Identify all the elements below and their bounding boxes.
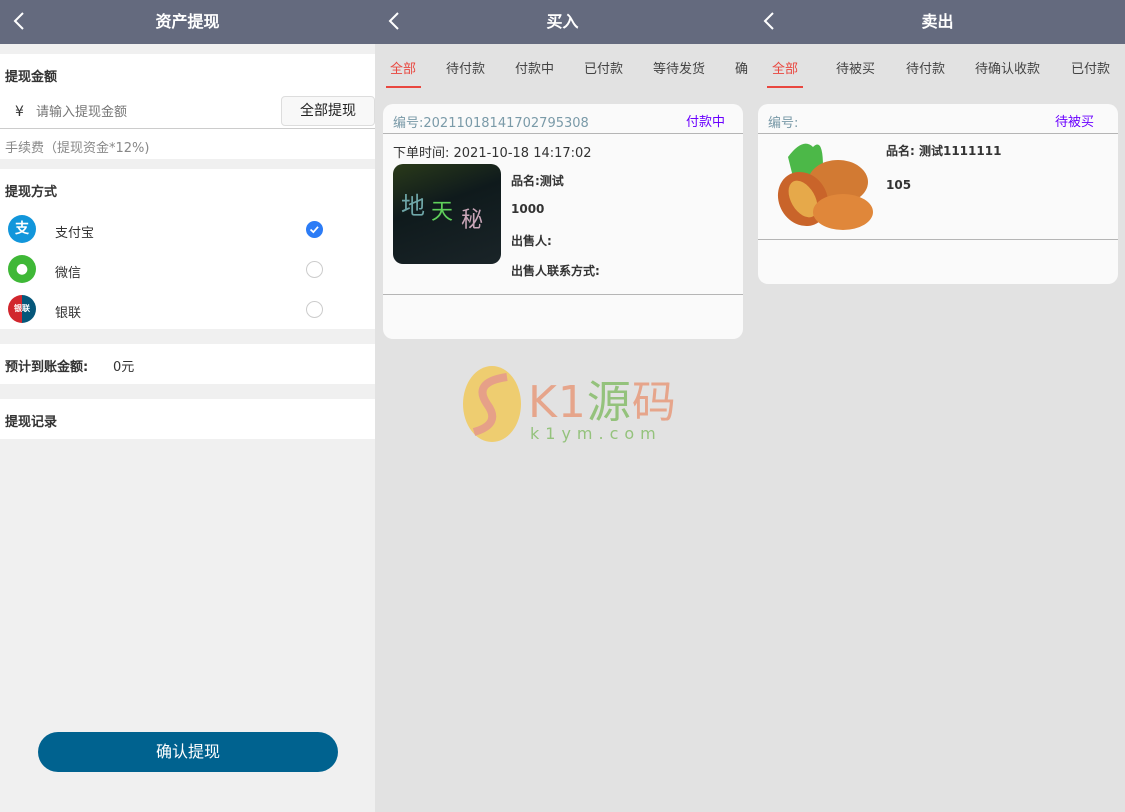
header: 买入: [375, 0, 750, 44]
tab-paying[interactable]: 付款中: [515, 58, 554, 77]
product-image: 地 天 秘: [393, 164, 501, 264]
amount-label: 提现金额: [5, 70, 58, 85]
tab-awaiting-shipment[interactable]: 等待发货: [653, 58, 705, 77]
watermark-logo: K1源码 k1ym.com: [462, 362, 676, 447]
header: 卖出: [750, 0, 1125, 44]
order-tabs: 全部 待付款 付款中 已付款 等待发货 确: [375, 58, 750, 90]
order-status: 待被买: [1055, 115, 1095, 130]
order-id: 编号:20211018141702795308: [393, 116, 589, 131]
order-status: 付款中: [686, 115, 726, 130]
tab-paid[interactable]: 已付款: [584, 58, 623, 77]
tab-confirm[interactable]: 确: [735, 58, 748, 77]
order-time: 下单时间: 2021-10-18 14:17:02: [393, 146, 592, 161]
divider: [758, 239, 1118, 240]
back-icon[interactable]: [387, 11, 401, 31]
tab-awaiting-buyer[interactable]: 待被买: [836, 58, 875, 77]
amount-section: 提现金额 ¥ 全部提现 手续费（提现资金*12%): [0, 54, 375, 159]
watermark-emblem-icon: [463, 366, 521, 442]
records-label: 提现记录: [5, 415, 58, 430]
product-name: 品名:测试: [511, 174, 564, 188]
page-title: 卖出: [921, 12, 954, 31]
active-tab-underline: [386, 86, 421, 88]
product-price: 1000: [511, 202, 545, 216]
expected-amount-row: 预计到账金额: 0元: [0, 344, 375, 384]
seller: 出售人:: [511, 234, 552, 248]
sell-screen: 卖出 全部 待被买 待付款 待确认收款 已付款 编号: 待被买 品名: 测试11…: [750, 0, 1125, 812]
withdraw-screen: 资产提现 提现金额 ¥ 全部提现 手续费（提现资金*12%) 提现方式 支 支付…: [0, 0, 375, 812]
divider: [383, 294, 743, 295]
tab-confirm-receipt[interactable]: 待确认收款: [975, 58, 1040, 77]
method-section: 提现方式 支 支付宝 ● 微信 银联 银联: [0, 169, 375, 329]
divider: [383, 133, 743, 134]
tab-pending-payment[interactable]: 待付款: [446, 58, 485, 77]
product-price: 105: [886, 178, 912, 192]
expected-label: 预计到账金额:: [5, 360, 89, 375]
back-icon[interactable]: [12, 11, 26, 31]
fee-note: 手续费（提现资金*12%): [5, 141, 150, 156]
method-label: 提现方式: [5, 185, 58, 200]
divider: [0, 128, 375, 129]
radio-unionpay[interactable]: [306, 301, 323, 318]
unionpay-icon: 银联: [8, 295, 36, 323]
product-image: [777, 143, 873, 230]
order-card[interactable]: 编号:20211018141702795308 付款中 下单时间: 2021-1…: [383, 104, 743, 339]
amount-input[interactable]: [36, 100, 276, 124]
product-name: 品名: 测试1111111: [886, 144, 1002, 158]
active-tab-underline: [767, 86, 803, 88]
radio-alipay[interactable]: [306, 221, 323, 238]
radio-wechat[interactable]: [306, 261, 323, 278]
method-name[interactable]: 银联: [55, 302, 81, 321]
confirm-withdraw-button[interactable]: 确认提现: [38, 732, 338, 772]
wechat-icon: ●: [8, 255, 36, 283]
header: 资产提现: [0, 0, 375, 44]
tab-paid[interactable]: 已付款: [1071, 58, 1110, 77]
tab-all[interactable]: 全部: [390, 58, 416, 77]
currency-symbol: ¥: [15, 104, 24, 120]
order-card[interactable]: 编号: 待被买 品名: 测试1111111 105: [758, 104, 1118, 284]
withdraw-all-button[interactable]: 全部提现: [281, 96, 375, 126]
method-name[interactable]: 微信: [55, 262, 81, 281]
divider: [758, 133, 1118, 134]
tab-all[interactable]: 全部: [772, 58, 798, 77]
page-title: 买入: [546, 12, 579, 31]
method-name[interactable]: 支付宝: [55, 222, 94, 241]
records-row[interactable]: 提现记录: [0, 399, 375, 439]
page-title: 资产提现: [155, 12, 220, 31]
expected-value: 0元: [113, 360, 135, 375]
tab-pending-payment[interactable]: 待付款: [906, 58, 945, 77]
alipay-icon: 支: [8, 215, 36, 243]
back-icon[interactable]: [762, 11, 776, 31]
order-id: 编号:: [768, 116, 799, 131]
seller-contact: 出售人联系方式:: [511, 264, 600, 278]
order-tabs: 全部 待被买 待付款 待确认收款 已付款: [750, 58, 1125, 90]
